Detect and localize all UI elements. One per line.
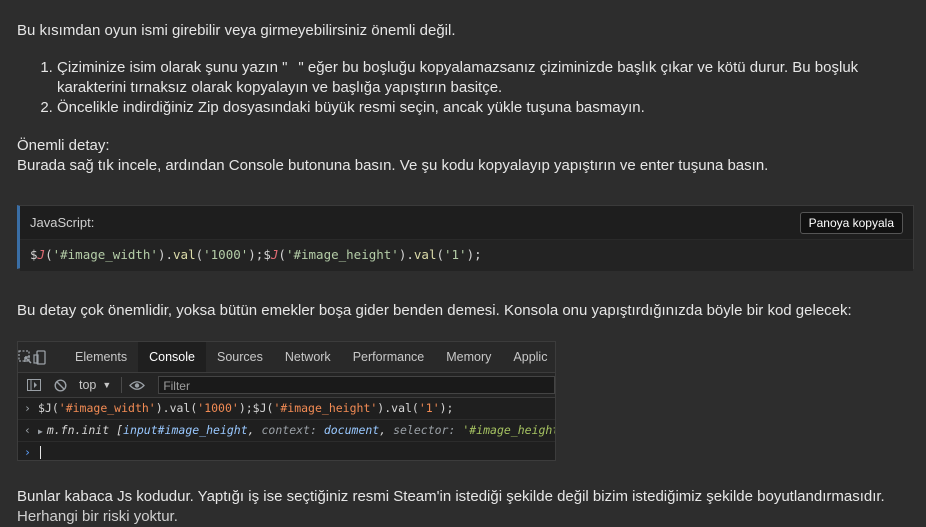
- inspect-element-icon[interactable]: [18, 342, 33, 372]
- output-context-key: context:: [261, 423, 317, 437]
- code-header: JavaScript: Panoya kopyala: [20, 206, 913, 240]
- after-code-text: Bu detay çok önemlidir, yoksa bütün emek…: [17, 302, 852, 319]
- eye-icon[interactable]: [126, 374, 148, 396]
- context-selector[interactable]: top ▼: [79, 378, 111, 392]
- text-caret: [40, 446, 41, 459]
- tab-elements[interactable]: Elements: [64, 342, 138, 372]
- tab-memory[interactable]: Memory: [435, 342, 502, 372]
- console-input-line: › $J('#image_width').val('1000');$J('#ima…: [18, 398, 555, 420]
- important-text: Burada sağ tık incele, ardından Console …: [17, 157, 769, 174]
- output-context-value: document: [323, 423, 380, 437]
- console-output-line: ‹ ▶ m.fn.init [input#image_height, context…: [18, 420, 555, 442]
- prompt-chevron-icon: ›: [24, 445, 31, 459]
- devtools-tab-bar: Elements Console Sources Network Perform…: [18, 342, 555, 373]
- output-element[interactable]: input#image_height: [123, 423, 248, 437]
- dropdown-arrow-icon: ▼: [102, 380, 112, 390]
- expand-triangle-icon[interactable]: ▶: [38, 427, 43, 436]
- tab-performance[interactable]: Performance: [342, 342, 436, 372]
- console-prompt-line[interactable]: ›: [18, 442, 555, 460]
- code-language-label: JavaScript:: [30, 215, 95, 230]
- tab-sources[interactable]: Sources: [206, 342, 274, 372]
- tab-application[interactable]: Applic: [502, 342, 555, 372]
- step-item: Öncelikle indirdiğiniz Zip dosyasındaki …: [57, 98, 897, 118]
- console-filter-input[interactable]: Filter: [158, 376, 555, 394]
- devtools-screenshot: Elements Console Sources Network Perform…: [17, 341, 556, 461]
- context-selector-value: top: [79, 378, 97, 392]
- output-prefix: m.fn.init: [46, 423, 110, 437]
- important-note: Önemli detay: Burada sağ tık incele, ard…: [17, 136, 768, 176]
- sidebar-toggle-icon[interactable]: [23, 374, 45, 396]
- step-item: Çiziminize isim olarak şunu yazın "⠀" eğ…: [57, 58, 897, 98]
- tab-console[interactable]: Console: [138, 342, 206, 372]
- device-toolbar-icon[interactable]: [33, 342, 48, 372]
- output-selector-key: selector:: [393, 423, 456, 437]
- steps-list: Çiziminize isim olarak şunu yazın "⠀" eğ…: [17, 58, 897, 118]
- code-block: JavaScript: Panoya kopyala $J('#image_wi…: [17, 205, 914, 271]
- input-chevron-icon: ›: [24, 401, 31, 415]
- clear-console-icon[interactable]: [49, 374, 71, 396]
- intro-text: Bu kısımdan oyun ismi girebilir veya gir…: [17, 22, 456, 39]
- important-title: Önemli detay:: [17, 137, 110, 154]
- toolbar-divider: [121, 377, 123, 393]
- console-toolbar: top ▼ Filter: [18, 373, 555, 398]
- closing-text: Bunlar kabaca Js kodudur. Yaptığı iş ise…: [17, 488, 885, 505]
- copy-to-clipboard-button[interactable]: Panoya kopyala: [799, 212, 903, 234]
- tab-network[interactable]: Network: [274, 342, 342, 372]
- output-selector-value: '#image_height': [462, 423, 556, 437]
- code-line: $J('#image_width').val('1000');$J('#imag…: [20, 240, 913, 271]
- output-return-icon: ‹: [24, 423, 31, 437]
- closing-cut-text: Herhangi bir riski yoktur.: [17, 508, 178, 525]
